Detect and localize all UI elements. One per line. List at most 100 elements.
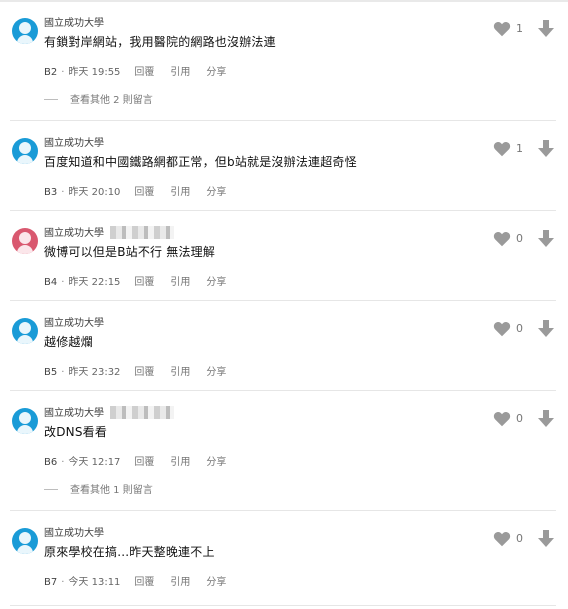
reply-button[interactable]: 回覆	[134, 63, 154, 78]
reply-button[interactable]: 回覆	[134, 573, 154, 588]
like-count: 0	[516, 532, 523, 545]
redacted-name	[110, 226, 174, 239]
vote-controls: 0	[493, 410, 554, 427]
share-button[interactable]: 分享	[206, 573, 226, 588]
floor-number[interactable]: B6	[44, 457, 57, 468]
avatar[interactable]	[12, 138, 38, 164]
quote-button[interactable]: 引用	[170, 363, 190, 378]
redacted-name	[110, 406, 174, 419]
comment-divider	[10, 510, 556, 511]
floor-number[interactable]: B3	[44, 187, 57, 198]
person-icon	[12, 408, 38, 434]
heart-icon[interactable]	[493, 231, 511, 247]
comment-text: 微博可以但是B站不行 無法理解	[44, 245, 216, 259]
reply-button[interactable]: 回覆	[134, 453, 154, 468]
comment-b5: 國立成功大學 越修越爛 B5 · 昨天 23:32 回覆 引用 分享 0	[0, 302, 568, 391]
comment-b7: 國立成功大學 原來學校在搞...昨天整晚連不上 B7 · 今天 13:11 回覆 引用 分…	[0, 512, 568, 606]
comment-meta: B2 · 昨天 19:55 回覆 引用 分享	[44, 63, 226, 78]
comment-meta: B6 · 今天 12:17 回覆 引用 分享	[44, 453, 226, 468]
separator-dot: ·	[61, 577, 65, 588]
avatar[interactable]	[12, 228, 38, 254]
heart-icon[interactable]	[493, 141, 511, 157]
like-count: 1	[516, 142, 523, 155]
view-more-replies[interactable]: 查看其他 2 則留言	[44, 91, 153, 106]
quote-button[interactable]: 引用	[170, 273, 190, 288]
author-name[interactable]: 國立成功大學	[44, 404, 174, 419]
like-count: 0	[516, 322, 523, 335]
like-count: 0	[516, 232, 523, 245]
heart-icon[interactable]	[493, 411, 511, 427]
vote-controls: 0	[493, 320, 554, 337]
floor-number[interactable]: B5	[44, 367, 57, 378]
comment-meta: B5 · 昨天 23:32 回覆 引用 分享	[44, 363, 226, 378]
reply-button[interactable]: 回覆	[134, 183, 154, 198]
separator-dot: ·	[61, 457, 65, 468]
comment-divider	[10, 300, 556, 301]
avatar[interactable]	[12, 408, 38, 434]
comment-divider	[10, 120, 556, 121]
arrow-down-icon[interactable]	[538, 230, 554, 247]
comment-b4: 國立成功大學 微博可以但是B站不行 無法理解 B4 · 昨天 22:15 回覆 引用 分享…	[0, 212, 568, 301]
arrow-down-icon[interactable]	[538, 410, 554, 427]
quote-button[interactable]: 引用	[170, 183, 190, 198]
comment-meta: B3 · 昨天 20:10 回覆 引用 分享	[44, 183, 226, 198]
avatar[interactable]	[12, 528, 38, 554]
separator-dot: ·	[61, 187, 65, 198]
share-button[interactable]: 分享	[206, 273, 226, 288]
author-name[interactable]: 國立成功大學	[44, 314, 104, 329]
person-icon	[12, 318, 38, 344]
comment-meta: B7 · 今天 13:11 回覆 引用 分享	[44, 573, 226, 588]
person-icon	[12, 528, 38, 554]
timestamp: 今天 13:11	[68, 577, 121, 588]
heart-icon[interactable]	[493, 531, 511, 547]
comment-b2: 國立成功大學 有鎖對岸網站，我用醫院的網路也沒辦法連 B2 · 昨天 19:55 回覆…	[0, 2, 568, 121]
like-count: 1	[516, 22, 523, 35]
vote-controls: 1	[493, 140, 554, 157]
quote-button[interactable]: 引用	[170, 573, 190, 588]
reply-button[interactable]: 回覆	[134, 273, 154, 288]
share-button[interactable]: 分享	[206, 453, 226, 468]
comment-text: 越修越爛	[44, 335, 93, 349]
arrow-down-icon[interactable]	[538, 530, 554, 547]
floor-number[interactable]: B7	[44, 577, 57, 588]
author-name[interactable]: 國立成功大學	[44, 224, 174, 239]
author-name[interactable]: 國立成功大學	[44, 524, 104, 539]
arrow-down-icon[interactable]	[538, 320, 554, 337]
view-more-replies[interactable]: 查看其他 1 則留言	[44, 481, 153, 496]
reply-button[interactable]: 回覆	[134, 363, 154, 378]
comment-text: 有鎖對岸網站，我用醫院的網路也沒辦法連	[44, 35, 276, 49]
floor-number[interactable]: B4	[44, 277, 57, 288]
avatar[interactable]	[12, 318, 38, 344]
view-more-label: 查看其他 1 則留言	[70, 485, 153, 496]
person-icon	[12, 138, 38, 164]
avatar[interactable]	[12, 18, 38, 44]
floor-number[interactable]: B2	[44, 67, 57, 78]
timestamp: 昨天 19:55	[68, 67, 121, 78]
comment-divider	[10, 390, 556, 391]
comment-text: 改DNS看看	[44, 425, 108, 439]
quote-button[interactable]: 引用	[170, 453, 190, 468]
share-button[interactable]: 分享	[206, 363, 226, 378]
person-icon	[12, 228, 38, 254]
author-name[interactable]: 國立成功大學	[44, 134, 104, 149]
comment-b6: 國立成功大學 改DNS看看 B6 · 今天 12:17 回覆 引用 分享 查看其他 1 則…	[0, 392, 568, 511]
timestamp: 昨天 20:10	[68, 187, 121, 198]
separator-dot: ·	[61, 67, 65, 78]
vote-controls: 0	[493, 230, 554, 247]
more-line	[44, 99, 58, 100]
person-icon	[12, 18, 38, 44]
heart-icon[interactable]	[493, 321, 511, 337]
author-name[interactable]: 國立成功大學	[44, 14, 104, 29]
arrow-down-icon[interactable]	[538, 20, 554, 37]
quote-button[interactable]: 引用	[170, 63, 190, 78]
share-button[interactable]: 分享	[206, 183, 226, 198]
share-button[interactable]: 分享	[206, 63, 226, 78]
vote-controls: 0	[493, 530, 554, 547]
arrow-down-icon[interactable]	[538, 140, 554, 157]
separator-dot: ·	[61, 367, 65, 378]
view-more-label: 查看其他 2 則留言	[70, 95, 153, 106]
heart-icon[interactable]	[493, 21, 511, 37]
timestamp: 昨天 23:32	[68, 367, 121, 378]
comment-b3: 國立成功大學 百度知道和中國鐵路網都正常，但b站就是沒辦法連超奇怪 B3 · 昨天 …	[0, 122, 568, 211]
comment-text: 原來學校在搞...昨天整晚連不上	[44, 545, 215, 559]
